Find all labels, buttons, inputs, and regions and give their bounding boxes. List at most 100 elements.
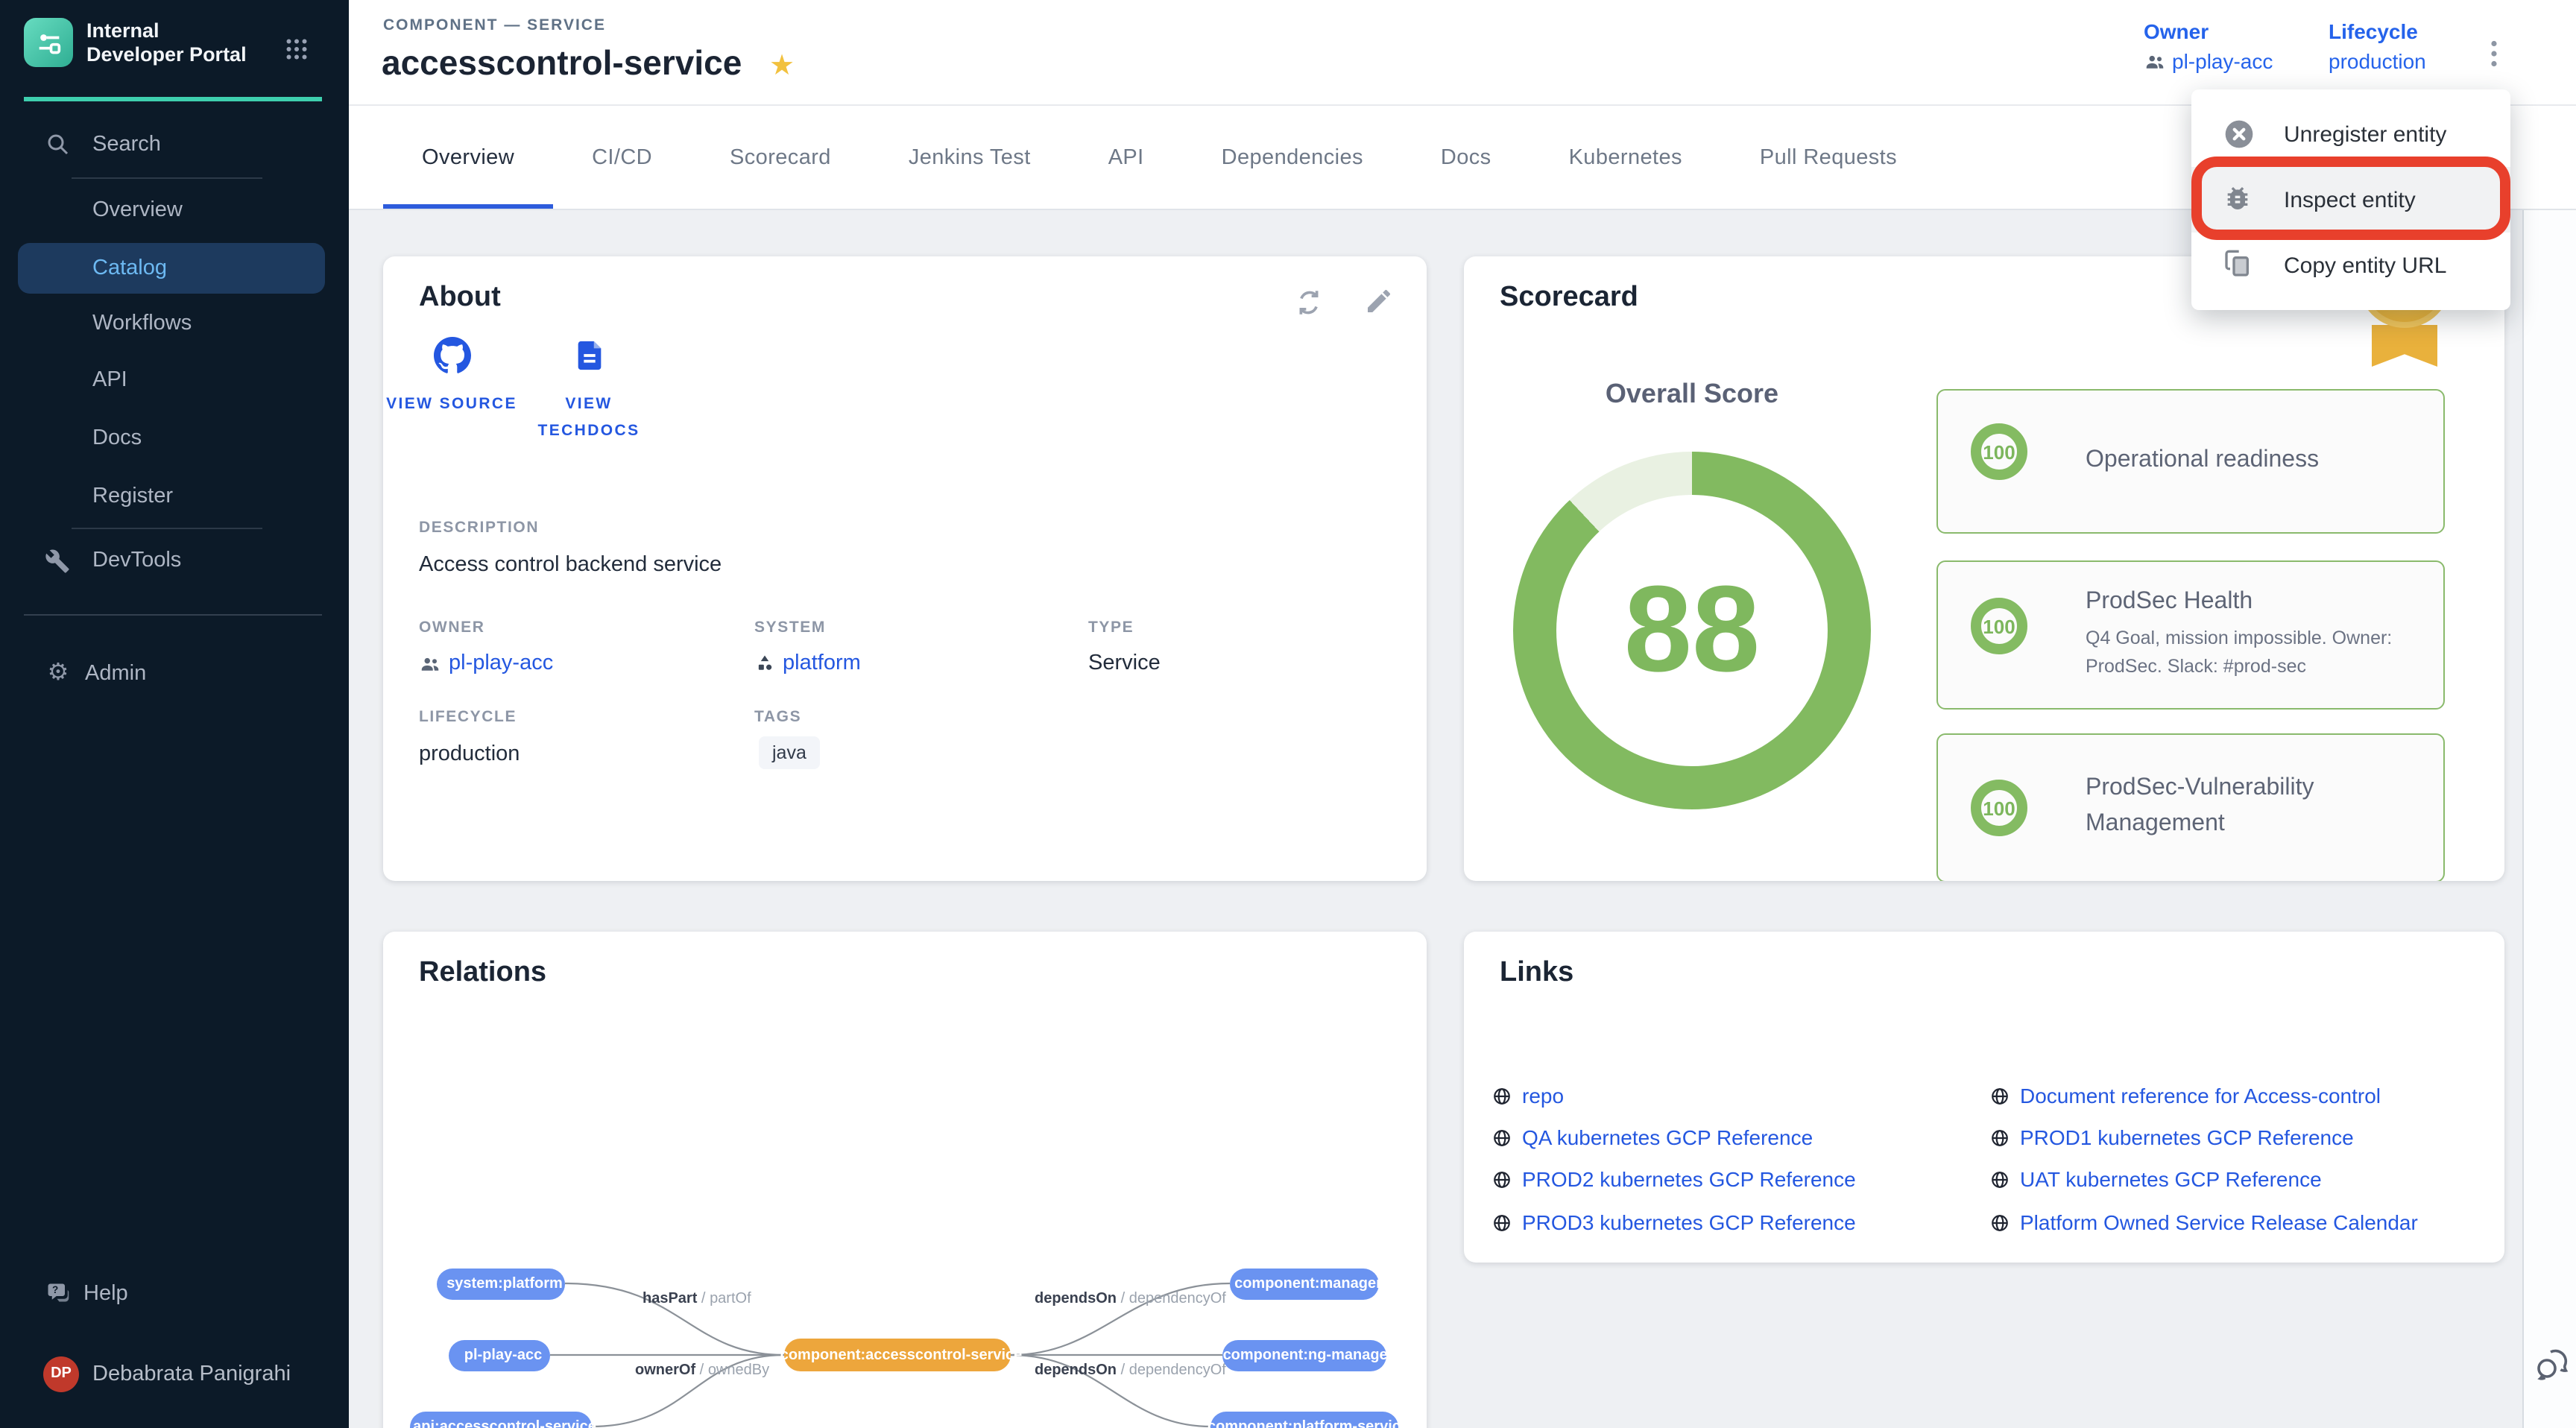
link-document-reference[interactable]: Document reference for Access-control (1990, 1081, 2381, 1111)
people-icon (419, 652, 441, 674)
tab-docs[interactable]: Docs (1402, 106, 1530, 209)
search-icon (45, 131, 72, 158)
score-donut: 100 (1971, 598, 2027, 654)
sidebar: Internal Developer Portal Search Overvie… (0, 0, 349, 1428)
tab-cicd[interactable]: CI/CD (553, 106, 691, 209)
gear-icon: ⚙ (45, 660, 72, 687)
owner-field-value[interactable]: pl-play-acc (419, 651, 553, 675)
brand-title: Internal Developer Portal (86, 19, 250, 67)
app-logo[interactable] (24, 18, 73, 67)
sidebar-search[interactable]: Search (0, 124, 349, 165)
tab-jenkins-test[interactable]: Jenkins Test (870, 106, 1070, 209)
sidebar-item-catalog[interactable]: Catalog (18, 243, 325, 294)
graph-node-system-platform[interactable]: system:platform (437, 1269, 565, 1300)
menu-item-label: Copy entity URL (2284, 253, 2446, 278)
system-field-label: SYSTEM (754, 619, 826, 636)
sidebar-item-api[interactable]: API (0, 359, 349, 401)
score-item[interactable]: 100 ProdSec-Vulnerability Management (1936, 733, 2445, 881)
tag-chip[interactable]: java (759, 736, 820, 769)
overall-score-gauge: 88 (1513, 452, 1871, 809)
menu-item-label: Unregister entity (2284, 121, 2446, 147)
link-prod1-kubernetes[interactable]: PROD1 kubernetes GCP Reference (1990, 1122, 2354, 1152)
logo-flow-icon (34, 28, 63, 57)
graph-node-component-manager[interactable]: component:manager (1230, 1269, 1379, 1300)
view-techdocs-label: VIEW TECHDOCS (514, 391, 663, 444)
lifecycle-value: production (2329, 49, 2426, 73)
graph-node-pl-play-acc[interactable]: pl-play-acc (449, 1340, 550, 1371)
link-uat-kubernetes[interactable]: UAT kubernetes GCP Reference (1990, 1164, 2322, 1194)
link-release-calendar[interactable]: Platform Owned Service Release Calendar (1990, 1207, 2418, 1237)
sidebar-item-label: API (92, 359, 127, 401)
about-title: About (419, 282, 501, 315)
links-title: Links (1500, 957, 1573, 990)
app-window: Internal Developer Portal Search Overvie… (0, 0, 2576, 1428)
refresh-button[interactable] (1292, 286, 1325, 319)
overall-score-value: 88 (1624, 560, 1760, 701)
pencil-icon (1364, 286, 1394, 316)
tab-dependencies[interactable]: Dependencies (1183, 106, 1402, 209)
favorite-star-icon[interactable]: ★ (769, 49, 795, 83)
score-value: 100 (1983, 440, 2015, 463)
link-qa-kubernetes[interactable]: QA kubernetes GCP Reference (1492, 1122, 1813, 1152)
edge-label: dependsOn / dependencyOf (1035, 1291, 1226, 1307)
help-chat-icon: ? (45, 1280, 72, 1307)
tab-scorecard[interactable]: Scorecard (691, 106, 870, 209)
owner-link[interactable]: pl-play-acc (2144, 49, 2273, 73)
docs-icon (572, 337, 606, 374)
sidebar-item-workflows[interactable]: Workflows (0, 303, 349, 344)
bug-icon (2223, 183, 2255, 216)
score-item-title: Operational readiness (2086, 447, 2319, 474)
description-value: Access control backend service (419, 553, 722, 577)
edit-button[interactable] (1364, 286, 1397, 319)
graph-node-component-ng-manager[interactable]: component:ng-manager (1222, 1340, 1386, 1371)
tab-kubernetes[interactable]: Kubernetes (1530, 106, 1721, 209)
tab-pull-requests[interactable]: Pull Requests (1721, 106, 1936, 209)
kebab-menu-button[interactable] (2481, 36, 2510, 75)
divider (24, 614, 322, 616)
graph-node-component-accesscontrol-service[interactable]: component:accesscontrol-service (784, 1339, 1011, 1371)
divider (72, 528, 262, 529)
graph-node-component-platform-service[interactable]: component:platform-service (1210, 1412, 1398, 1428)
link-prod3-kubernetes[interactable]: PROD3 kubernetes GCP Reference (1492, 1207, 1856, 1237)
tab-api[interactable]: API (1070, 106, 1183, 209)
menu-item-inspect-entity[interactable]: Inspect entity (2191, 167, 2510, 233)
view-source-button[interactable]: VIEW SOURCE (377, 337, 526, 417)
globe-icon (1990, 1086, 2010, 1105)
sidebar-user[interactable]: DP Debabrata Panigrahi (0, 1353, 349, 1395)
sidebar-item-devtools[interactable]: DevTools (0, 540, 349, 581)
people-icon (2144, 50, 2166, 72)
feedback-chat-button[interactable] (2533, 1343, 2575, 1385)
graph-node-api-accesscontrol-service[interactable]: api:accesscontrol-service (410, 1412, 592, 1428)
search-label: Search (92, 124, 161, 165)
sidebar-item-admin[interactable]: ⚙ Admin (0, 653, 349, 695)
owner-field-label: OWNER (419, 619, 485, 636)
menu-item-copy-entity-url[interactable]: Copy entity URL (2191, 233, 2510, 298)
copy-icon (2223, 249, 2255, 282)
link-repo[interactable]: repo (1492, 1081, 1564, 1111)
tab-overview[interactable]: Overview (383, 106, 553, 209)
link-prod2-kubernetes[interactable]: PROD2 kubernetes GCP Reference (1492, 1164, 1856, 1194)
score-item[interactable]: 100 Operational readiness (1936, 389, 2445, 534)
sidebar-accent-divider (24, 97, 322, 101)
view-techdocs-button[interactable]: VIEW TECHDOCS (514, 337, 663, 444)
globe-icon (1492, 1128, 1512, 1147)
entity-context-menu: Unregister entity Inspect entity Copy en… (2191, 89, 2510, 310)
sidebar-item-register[interactable]: Register (0, 476, 349, 517)
lifecycle-field-value: production (419, 742, 520, 766)
links-card: Links repo QA kubernetes GCP Reference P… (1464, 932, 2504, 1263)
owner-value: pl-play-acc (2172, 49, 2273, 73)
avatar: DP (43, 1356, 79, 1392)
about-card: About VIEW SOURCE VIEW TECHDOCS (383, 256, 1427, 881)
system-field-value[interactable]: platform (754, 651, 861, 675)
globe-icon (1990, 1213, 2010, 1232)
score-item[interactable]: 100 ProdSec Health Q4 Goal, mission impo… (1936, 560, 2445, 710)
menu-item-unregister-entity[interactable]: Unregister entity (2191, 101, 2510, 167)
sidebar-item-docs[interactable]: Docs (0, 417, 349, 459)
edge-label: dependsOn / dependencyOf (1035, 1362, 1226, 1379)
grid-dots-icon (283, 36, 310, 63)
sidebar-item-help[interactable]: ? Help (0, 1273, 349, 1315)
globe-icon (1990, 1169, 2010, 1189)
score-item-subtitle: Q4 Goal, mission impossible. Owner: Prod… (2086, 625, 2421, 681)
apps-grid-icon[interactable] (283, 36, 310, 63)
sidebar-item-overview[interactable]: Overview (0, 189, 349, 231)
